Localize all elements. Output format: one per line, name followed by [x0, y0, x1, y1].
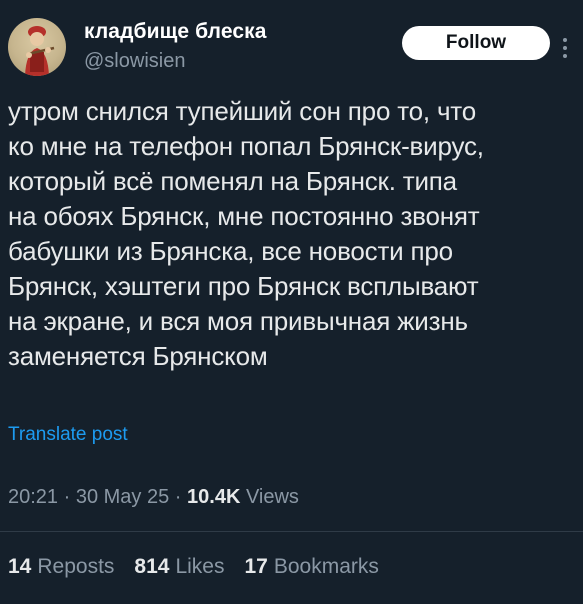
tweet-time[interactable]: 20:21 [8, 486, 58, 508]
avatar-illustration-icon [25, 26, 55, 76]
tweet-text: утром снился тупейший сон про то, что ко… [8, 96, 484, 371]
avatar[interactable] [8, 18, 66, 76]
tweet-meta: 20:21 · 30 May 25 · 10.4K Views [8, 486, 299, 509]
display-name[interactable]: кладбище блеска [84, 20, 267, 44]
user-handle[interactable]: @slowisien [84, 50, 185, 73]
views-count: 10.4K [187, 486, 241, 508]
likes-stat[interactable]: 814 Likes [134, 555, 224, 579]
follow-button[interactable]: Follow [402, 26, 550, 60]
translate-post-link[interactable]: Translate post [8, 424, 128, 446]
divider [0, 531, 583, 532]
bookmarks-count: 17 [244, 555, 268, 578]
engagement-stats: 14 Reposts 814 Likes 17 Bookmarks [8, 555, 379, 579]
views-label: Views [240, 486, 299, 508]
reposts-count: 14 [8, 555, 32, 578]
likes-label: Likes [175, 555, 225, 578]
meta-separator: · [169, 486, 188, 508]
likes-count: 814 [134, 555, 170, 578]
tweet-header: кладбище блеска @slowisien Follow [8, 14, 575, 80]
reposts-label: Reposts [37, 555, 115, 578]
more-options-icon[interactable] [562, 38, 568, 60]
bookmarks-label: Bookmarks [273, 555, 379, 578]
bookmarks-stat[interactable]: 17 Bookmarks [244, 555, 378, 579]
meta-separator: · [58, 486, 76, 508]
reposts-stat[interactable]: 14 Reposts [8, 555, 114, 579]
tweet-date[interactable]: 30 May 25 [76, 486, 169, 508]
